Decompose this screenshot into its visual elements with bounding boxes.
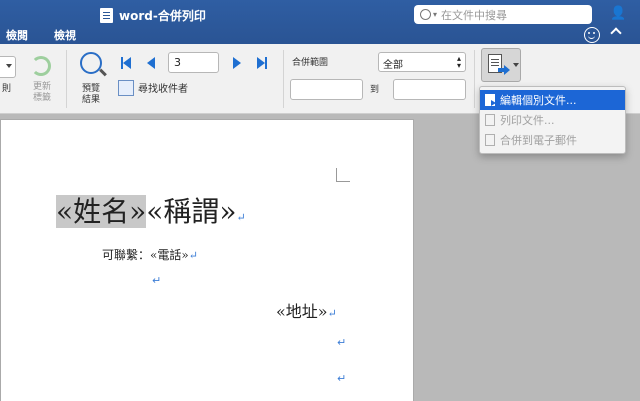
tab-view[interactable]: 檢視 bbox=[54, 27, 76, 44]
preview-results-line2: 結果 bbox=[82, 95, 101, 105]
window-title: word-合併列印 bbox=[119, 8, 206, 23]
paragraph-mark: ↵ bbox=[236, 211, 246, 224]
menu-item-label: 列印文件... bbox=[500, 114, 555, 127]
arrow-right-icon bbox=[257, 57, 265, 69]
menu-item-edit-individual-documents[interactable]: 編輯個別文件... bbox=[480, 90, 625, 110]
chevron-down-icon bbox=[6, 64, 12, 68]
previous-record-button[interactable] bbox=[142, 54, 160, 72]
arrow-left-icon bbox=[123, 57, 131, 69]
merge-line-address[interactable]: «地址»↵ bbox=[276, 298, 337, 322]
stepper-icon: ▴ ▾ bbox=[456, 54, 461, 70]
margin-corner-mark bbox=[336, 168, 350, 182]
paragraph-mark: ↵ bbox=[337, 372, 347, 385]
ribbon-separator bbox=[283, 50, 284, 108]
next-record-button[interactable] bbox=[228, 54, 246, 72]
find-recipient-label[interactable]: 尋找收件者 bbox=[138, 84, 188, 95]
record-number-input[interactable]: 3 bbox=[168, 52, 219, 73]
paragraph-mark: ↵ bbox=[152, 274, 162, 287]
merge-line-name[interactable]: «姓名»«稱謂»↵ bbox=[56, 194, 246, 236]
menu-item-merge-to-email[interactable]: 合併到電子郵件 bbox=[480, 130, 625, 150]
menu-item-print-documents[interactable]: 列印文件... bbox=[480, 110, 625, 130]
arrow-left-icon bbox=[147, 57, 155, 69]
rules-dropdown[interactable] bbox=[0, 56, 16, 78]
merge-field-title[interactable]: «稱謂» bbox=[146, 195, 236, 228]
email-icon bbox=[485, 134, 495, 146]
tab-review[interactable]: 檢閱 bbox=[6, 27, 28, 44]
collapse-ribbon-chevron-icon[interactable] bbox=[610, 27, 622, 39]
finish-merge-button[interactable] bbox=[481, 48, 521, 82]
update-labels-line2: 標籤 bbox=[33, 93, 52, 103]
phone-text[interactable]: 可聯繫：«電話» bbox=[102, 248, 189, 262]
ribbon-separator bbox=[66, 50, 67, 108]
title-bar: word-合併列印 ▾ 在文件中搜尋 👤 檢閱 檢視 bbox=[0, 0, 640, 44]
search-box[interactable]: ▾ 在文件中搜尋 bbox=[414, 5, 592, 24]
word-document-icon bbox=[100, 7, 113, 23]
printer-icon bbox=[485, 114, 495, 126]
menu-item-label: 編輯個別文件... bbox=[500, 94, 577, 107]
paragraph-mark: ↵ bbox=[327, 307, 337, 320]
find-recipient-icon[interactable] bbox=[118, 80, 134, 96]
feedback-smiley-icon[interactable] bbox=[584, 27, 600, 43]
preview-results-line1: 預覽 bbox=[82, 84, 101, 94]
merge-range-value: 全部 bbox=[383, 60, 403, 71]
chevron-down-icon: ▾ bbox=[433, 10, 438, 19]
chevron-down-icon bbox=[513, 63, 519, 67]
merge-field-address[interactable]: «地址» bbox=[276, 302, 328, 321]
paragraph-mark: ↵ bbox=[188, 249, 198, 262]
update-labels-line1: 更新 bbox=[33, 82, 52, 92]
arrow-right-icon bbox=[498, 65, 510, 75]
share-user-icon[interactable]: 👤 bbox=[610, 6, 630, 22]
range-to-label: 到 bbox=[370, 85, 380, 95]
merge-range-label: 合併範圍 bbox=[292, 58, 329, 68]
first-record-button[interactable] bbox=[117, 54, 135, 72]
range-from-input[interactable] bbox=[290, 79, 363, 100]
document-icon bbox=[485, 94, 496, 106]
ribbon-separator bbox=[474, 50, 475, 108]
merge-range-select[interactable]: 全部 ▴ ▾ bbox=[378, 52, 466, 72]
menu-item-label: 合併到電子郵件 bbox=[500, 134, 577, 147]
range-to-input[interactable] bbox=[393, 79, 466, 100]
refresh-icon bbox=[31, 56, 51, 76]
search-icon bbox=[420, 9, 431, 20]
preview-results-icon[interactable] bbox=[80, 52, 102, 74]
window-title-group: word-合併列印 bbox=[100, 5, 206, 25]
merge-field-name[interactable]: «姓名» bbox=[56, 195, 147, 228]
paragraph-mark: ↵ bbox=[337, 336, 347, 349]
document-page[interactable] bbox=[0, 119, 414, 401]
search-placeholder: 在文件中搜尋 bbox=[441, 8, 508, 22]
arrow-right-icon bbox=[233, 57, 241, 69]
bar-icon bbox=[265, 57, 267, 69]
last-record-button[interactable] bbox=[253, 54, 271, 72]
ribbon-tabs: 檢閱 檢視 bbox=[0, 27, 76, 44]
finish-merge-menu: 編輯個別文件... 列印文件... 合併到電子郵件 bbox=[479, 86, 626, 154]
rules-label: 則 bbox=[2, 84, 12, 94]
merge-line-phone[interactable]: 可聯繫：«電話»↵ bbox=[102, 246, 198, 263]
